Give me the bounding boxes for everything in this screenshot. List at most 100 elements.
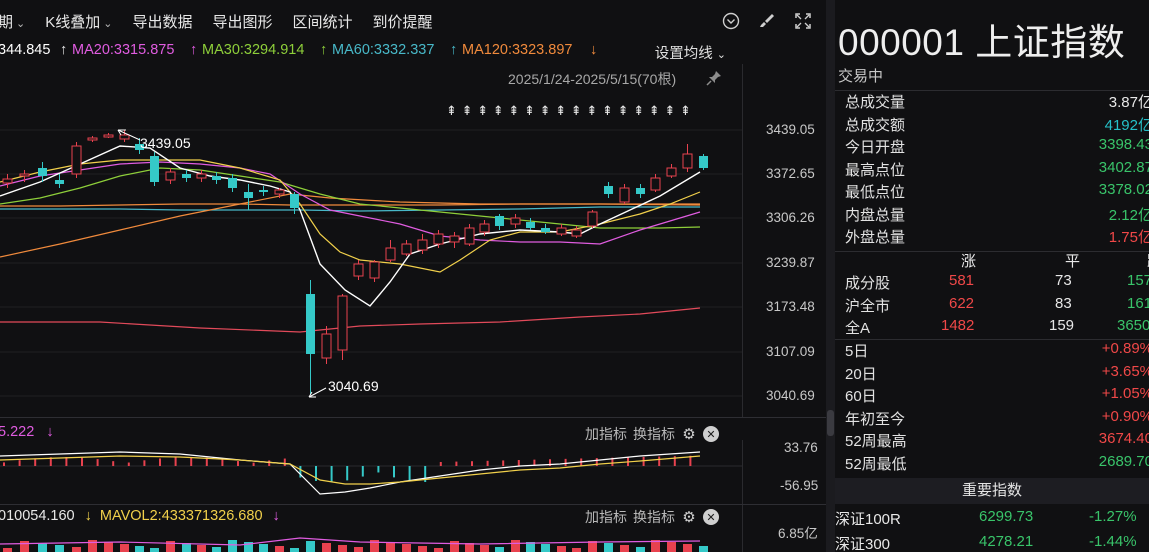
candle [401, 240, 412, 256]
scrollbar-thumb[interactable] [827, 410, 834, 436]
chevron-circle-icon[interactable] [720, 10, 742, 32]
index-price: 6299.73 [979, 508, 1034, 525]
arrow-up-icon: ⇞ [633, 104, 644, 119]
switch-indicator-button[interactable]: 换指标 [633, 507, 675, 527]
arrow-up-icon: ⇞ [586, 104, 597, 119]
arrow-up-icon: ↑ [190, 42, 198, 58]
volume-bar [88, 540, 97, 552]
switch-indicator-button[interactable]: 换指标 [633, 424, 675, 444]
stat-row: 最低点位 3378.02 [845, 181, 1149, 203]
arrow-up-icon: ⇞ [664, 104, 675, 119]
macd-tick: -56.95 [780, 478, 819, 493]
performance-value: +3.65% [1101, 362, 1149, 380]
candle [526, 218, 535, 230]
performance-value: 3674.40 [1098, 430, 1149, 447]
arrow-up-icon: ⇞ [555, 104, 566, 119]
performance-label: 60日 [845, 388, 877, 405]
performance-label: 5日 [845, 343, 869, 360]
volume-tick: 6.85亿 [778, 526, 818, 541]
performance-row: 60日 +1.05% [845, 385, 1149, 407]
chevron-down-icon: ⌄ [716, 49, 726, 61]
period-selector[interactable]: 期 ⌄ [0, 11, 25, 32]
candle [306, 280, 315, 394]
volume-bar [55, 545, 64, 552]
breadth-down: 1578 [1127, 272, 1149, 289]
index-price: 4278.21 [979, 533, 1034, 550]
volume-bar [120, 544, 129, 552]
breadth-up: 581 [949, 272, 975, 289]
volume-bar [636, 547, 645, 552]
performance-row: 20日 +3.65% [845, 363, 1149, 385]
volume-bar [667, 542, 676, 552]
macd-panel-tools: 加指标 换指标 ⚙ ✕ [585, 424, 719, 444]
volume-bar [699, 546, 708, 552]
ma60-value: MA60:3332.337 [332, 42, 435, 58]
volume-canvas[interactable] [0, 532, 742, 552]
performance-label: 52周最高 [845, 433, 907, 450]
volume-bar [557, 546, 566, 552]
breadth-row: 全A 1482 159 3650 [845, 317, 1149, 339]
ma-settings-button[interactable]: 设置均线 ⌄ [655, 42, 726, 63]
index-name: 深证300 [835, 536, 891, 552]
macd-canvas[interactable] [0, 442, 742, 502]
volume-bar [290, 548, 299, 552]
index-row[interactable]: 深证300 4278.21 -1.44% [835, 533, 1149, 552]
breadth-row: 成分股 581 73 1578 [845, 272, 1149, 294]
performance-label: 20日 [845, 365, 877, 383]
breadth-flat: 83 [1055, 294, 1072, 312]
arrow-up-icon: ⇞ [446, 104, 457, 119]
volume-value: 010054.160 [0, 508, 75, 524]
candle [699, 154, 708, 170]
export-chart-button[interactable]: 导出图形 [212, 11, 272, 32]
volume-bar [306, 541, 315, 552]
macd-legend: 5.222 ↓ [0, 424, 54, 440]
long-ma-line [0, 307, 701, 333]
stat-value: 4192亿 [1104, 116, 1149, 134]
performance-row: 5日 +0.89% [845, 340, 1149, 362]
arrow-up-icon: ⇞ [508, 104, 519, 119]
candle [196, 170, 207, 182]
candle [103, 133, 114, 138]
volume-bar [322, 543, 331, 552]
scrollbar[interactable] [826, 0, 835, 552]
gear-icon[interactable]: ⚙ [681, 426, 697, 443]
candle [666, 164, 677, 178]
arrow-up-icon: ⇞ [649, 104, 660, 119]
arrow-up-icon: ↑ [320, 42, 328, 58]
add-indicator-button[interactable]: 加指标 [585, 424, 627, 444]
breadth-label: 全A [845, 320, 871, 337]
brush-icon[interactable] [756, 10, 778, 32]
volume-panel-tools: 加指标 换指标 ⚙ ✕ [585, 507, 719, 527]
volume-bar [495, 547, 504, 552]
candle [55, 174, 64, 188]
stat-value: 3378.02 [1098, 181, 1149, 198]
kline-chart-area[interactable]: 期 ⌄ K线叠加 ⌄ 导出数据 导出图形 区间统计 到价提醒 344.845 ↑ M… [0, 0, 826, 552]
fullscreen-icon[interactable] [792, 10, 814, 32]
arrow-up-icon: ⇞ [540, 104, 551, 119]
price-tick: 3107.09 [766, 344, 815, 359]
close-icon[interactable]: ✕ [703, 426, 719, 442]
export-data-button[interactable]: 导出数据 [132, 11, 192, 32]
gear-icon[interactable]: ⚙ [681, 509, 697, 526]
close-icon[interactable]: ✕ [703, 509, 719, 525]
overlay-label: K线叠加 [45, 13, 101, 31]
price-tick: 3239.87 [766, 255, 815, 270]
volume-bar [434, 548, 443, 552]
kline-overlay-button[interactable]: K线叠加 ⌄ [45, 11, 112, 32]
volume-bar [572, 548, 581, 552]
volume-bars [0, 537, 708, 552]
kline-canvas[interactable]: 3439.05 3040.69 ⇞ ⇞ ⇞ ⇞ ⇞ ⇞ ⇞ ⇞ ⇞ ⇞ ⇞ ⇞ ⇞ ⇞ ⇞ ⇞ [0, 64, 742, 417]
price-tick: 3439.05 [766, 122, 815, 137]
add-indicator-button[interactable]: 加指标 [585, 507, 627, 527]
index-row[interactable]: 深证100R 6299.73 -1.27% [835, 508, 1149, 530]
stat-value: 3402.87 [1098, 158, 1149, 176]
price-tick: 3372.65 [766, 166, 815, 181]
arrow-up-icon: ⇞ [602, 104, 613, 119]
arrow-up-icon: ↑ [450, 42, 458, 58]
candle [337, 294, 348, 360]
range-stats-button[interactable]: 区间统计 [293, 11, 353, 32]
candle [369, 260, 380, 282]
performance-value: +0.89% [1101, 340, 1149, 357]
candle [244, 184, 253, 210]
price-alert-button[interactable]: 到价提醒 [373, 11, 433, 32]
